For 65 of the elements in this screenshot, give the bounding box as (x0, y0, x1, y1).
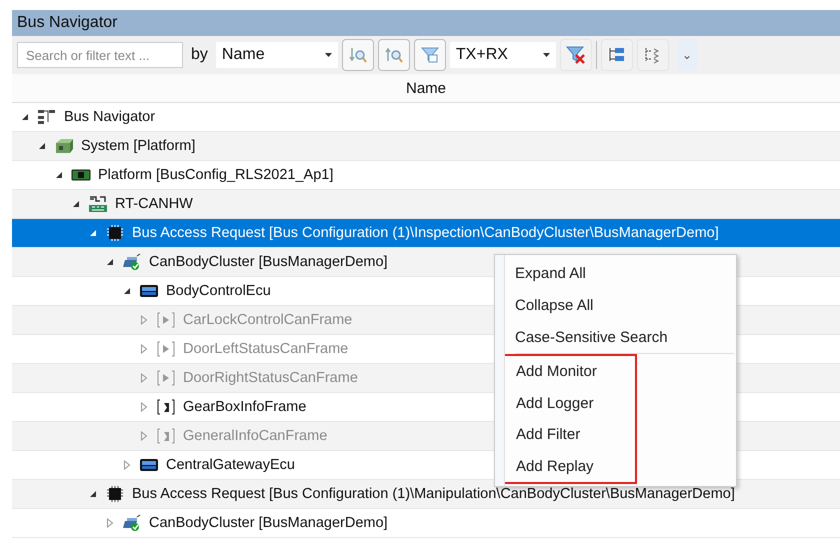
expanded-triangle-icon[interactable] (54, 170, 64, 180)
tree-item-label: Platform [BusConfig_RLS2021_Ap1] (98, 167, 334, 183)
tree-item-label: GeneralInfoCanFrame (183, 428, 328, 444)
tree-item-label: Bus Access Request [Bus Configuration (1)\Inspection\CanBodyCluster\BusManagerDemo] (132, 225, 719, 241)
tree-row[interactable]: RT-CANHW (12, 190, 840, 219)
caret-icon (542, 53, 550, 57)
funnel-icon (420, 45, 440, 65)
search-up-icon (384, 45, 404, 65)
tree-item-label: Bus Access Request [Bus Configuration (1)\Manipulation\CanBodyCluster\BusManagerDemo] (132, 486, 735, 502)
tree-item-label: RT-CANHW (115, 196, 193, 212)
tree-item-label: System [Platform] (81, 138, 196, 154)
menu-item[interactable]: Add Replay (503, 450, 635, 482)
tree-item-label: CentralGatewayEcu (166, 457, 295, 473)
tree-row[interactable]: System [Platform] (12, 132, 840, 161)
by-label: by (191, 46, 208, 64)
column-header[interactable]: Name (12, 74, 840, 103)
collapsed-triangle-icon[interactable] (122, 460, 132, 470)
tree-row[interactable]: Bus Access Request [Bus Configuration (1)\Manipulation\CanBodyCluster\BusManagerDemo] (12, 480, 840, 509)
frame-play-icon (155, 369, 177, 387)
field-dropdown[interactable]: Name (216, 42, 338, 68)
search-field[interactable]: Search or filter text ... (17, 42, 183, 68)
ecu-icon (138, 282, 160, 300)
can-bus-icon (87, 195, 109, 213)
tree-item-label: DoorLeftStatusCanFrame (183, 341, 348, 357)
frame-bracket-icon (155, 427, 177, 445)
clear-filter-button[interactable] (560, 39, 592, 71)
chip-icon (104, 485, 126, 503)
expanded-triangle-icon[interactable] (20, 112, 30, 122)
tree-item-label: DoorRightStatusCanFrame (183, 370, 358, 386)
expanded-triangle-icon[interactable] (71, 199, 81, 209)
frame-play-icon (155, 311, 177, 329)
collapsed-triangle-icon[interactable] (139, 402, 149, 412)
filter-word-button[interactable] (414, 39, 446, 71)
expanded-triangle-icon[interactable] (105, 257, 115, 267)
expanded-triangle-icon[interactable] (122, 286, 132, 296)
tree-arrows-button[interactable] (636, 39, 669, 71)
search-down-button[interactable] (342, 39, 374, 71)
caret-icon (324, 53, 332, 57)
tree-item-label: GearBoxInfoFrame (183, 399, 306, 415)
frame-play-icon (155, 340, 177, 358)
cluster-check-icon (121, 514, 143, 532)
tree-item-label: CanBodyCluster [BusManagerDemo] (149, 515, 388, 531)
hierarchy-icon (36, 108, 58, 126)
tree-row[interactable]: CanBodyCluster [BusManagerDemo] (12, 509, 840, 538)
chip-icon (104, 224, 126, 242)
tree-item-label: CanBodyCluster [BusManagerDemo] (149, 254, 388, 270)
tree-item-label: Bus Navigator (64, 109, 156, 125)
search-up-button[interactable] (378, 39, 410, 71)
tree-item-label: BodyControlEcu (166, 283, 271, 299)
funnel-cross-icon (564, 44, 587, 66)
tree-item-label: CarLockControlCanFrame (183, 312, 352, 328)
panel-title: Bus Navigator (17, 14, 118, 32)
direction-dropdown[interactable]: TX+RX (450, 42, 556, 68)
frame-bracket-icon (155, 398, 177, 416)
expanded-triangle-icon[interactable] (88, 489, 98, 499)
overflow-button[interactable]: ⌄ (676, 39, 697, 71)
search-down-icon (348, 45, 368, 65)
cluster-check-icon (121, 253, 143, 271)
menu-item[interactable]: Add Filter (503, 419, 635, 450)
tree-row[interactable]: Bus Access Request [Bus Configuration (1)\Inspection\CanBodyCluster\BusManagerDemo] (12, 219, 840, 248)
collapsed-triangle-icon[interactable] (105, 518, 115, 528)
tree-structure-button[interactable] (600, 39, 633, 71)
hardware-box-icon (53, 137, 75, 155)
ecu-icon (138, 456, 160, 474)
expanded-triangle-icon[interactable] (37, 141, 47, 151)
